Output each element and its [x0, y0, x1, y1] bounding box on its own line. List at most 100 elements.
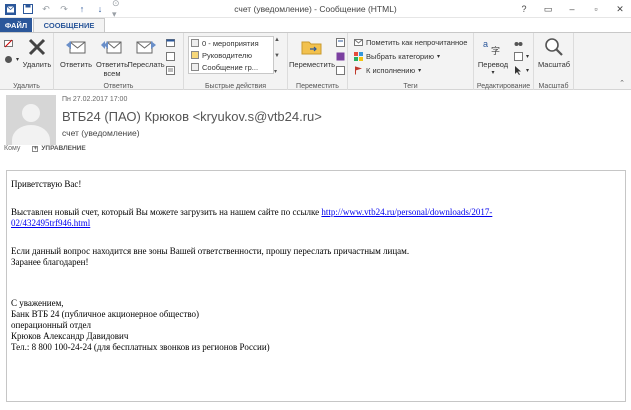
quick-step-icon: [191, 51, 199, 59]
scroll-up-icon[interactable]: ▲: [274, 37, 282, 43]
junk-icon: [4, 55, 13, 64]
group-label-tags: Теги: [403, 83, 418, 90]
ignore-icon: [4, 39, 13, 48]
find-button[interactable]: [514, 38, 523, 47]
sender-name[interactable]: ВТБ24 (ПАО) Крюков <kryukov.s@vtb24.ru>: [62, 109, 322, 124]
group-label-editing: Редактирование: [476, 83, 531, 90]
message-subject: счет (уведомление): [62, 128, 140, 138]
reply-button[interactable]: Ответить: [58, 36, 94, 69]
message-body-text: Приветствую Вас! Выставлен новый счет, к…: [11, 179, 492, 353]
body-line: 02/432495trf946.html: [11, 218, 492, 229]
quick-step-icon: [191, 39, 199, 47]
rules-button[interactable]: [336, 38, 345, 47]
signature-line: С уважением,: [11, 298, 64, 308]
quick-step-item[interactable]: 0 - мероприятия: [189, 37, 273, 49]
more-icon: [166, 66, 175, 75]
related-icon: [514, 52, 523, 61]
move-button[interactable]: Переместить: [289, 36, 335, 69]
quick-steps-scroll[interactable]: ▲ ▼ ▾: [274, 37, 282, 75]
onenote-button[interactable]: [336, 52, 345, 61]
zoom-button[interactable]: Масштаб: [536, 36, 572, 69]
ignore-button[interactable]: [4, 39, 13, 48]
group-label-respond: Ответить: [103, 83, 134, 90]
avatar: [6, 95, 56, 145]
message-date: Пн 27.02.2017 17:00: [62, 96, 128, 103]
signature-line: операционный отдел: [11, 320, 91, 330]
follow-up-button[interactable]: К исполнению ▾: [354, 66, 421, 75]
group-delete: ▾ Удалить Удалить: [0, 33, 54, 91]
signature-line: Крюков Александр Давидович: [11, 331, 129, 341]
reply-all-icon: [101, 36, 123, 58]
expand-icon: +: [32, 145, 39, 152]
body-line: Выставлен новый счет, который Вы можете …: [11, 207, 493, 217]
translate-button[interactable]: a字 Перевод ▾: [476, 36, 510, 78]
group-label-zoom: Масштаб: [538, 83, 569, 90]
title-bar: ↶ ↷ ↑ ↓ ⊙ ▾ счет (уведомление) - Сообщен…: [0, 0, 631, 19]
window-controls: ? ▭ – ▫ ✕: [517, 2, 627, 16]
group-tags: Пометить как непрочитанное Выбрать катег…: [348, 33, 474, 91]
help-button[interactable]: ?: [517, 2, 531, 16]
collapse-ribbon-icon[interactable]: ⌃: [619, 79, 625, 87]
junk-button[interactable]: ▾: [4, 55, 19, 64]
meeting-button[interactable]: [166, 38, 175, 47]
forward-button[interactable]: Переслать: [127, 36, 165, 69]
meeting-icon: [166, 38, 175, 47]
flag-icon: [354, 66, 363, 75]
scroll-down-icon[interactable]: ▼: [274, 53, 282, 59]
quick-step-icon: [191, 63, 199, 71]
im-icon: [166, 52, 175, 61]
im-button[interactable]: [166, 52, 175, 61]
maximize-button[interactable]: ▫: [589, 2, 603, 16]
tab-file[interactable]: ФАЙЛ: [0, 18, 32, 32]
actions-icon: [336, 66, 345, 75]
signature-line: Банк ВТБ 24 (публичное акционерное общес…: [11, 309, 200, 319]
ribbon: ▾ Удалить Удалить Ответить Ответить всем: [0, 32, 631, 91]
mark-unread-button[interactable]: Пометить как непрочитанное: [354, 38, 467, 47]
ribbon-tabs: ФАЙЛ СООБЩЕНИЕ: [0, 18, 631, 32]
forward-icon: [135, 36, 157, 58]
manage-toggle[interactable]: + УПРАВЛЕНИЕ: [32, 145, 86, 152]
cursor-icon: [514, 66, 523, 75]
quick-steps-gallery: 0 - мероприятия Руководителю Сообщение г…: [188, 36, 280, 75]
expand-gallery-icon[interactable]: ▾: [274, 68, 282, 75]
signature-line: Тел.: 8 800 100-24-24 (для бесплатных зв…: [11, 342, 270, 352]
delete-button[interactable]: Удалить: [22, 36, 52, 69]
reply-icon: [65, 36, 87, 58]
binoculars-icon: [514, 38, 523, 47]
group-respond: Ответить Ответить всем Переслать Ответит…: [54, 33, 184, 91]
actions-button[interactable]: [336, 66, 345, 75]
ribbon-display-button[interactable]: ▭: [541, 2, 555, 16]
rules-icon: [336, 38, 345, 47]
person-head-icon: [22, 104, 40, 122]
onenote-icon: [336, 52, 345, 61]
group-move: Переместить Переместить: [288, 33, 348, 91]
quick-step-item[interactable]: Сообщение гр...: [189, 61, 273, 73]
download-link-continued[interactable]: 02/432495trf946.html: [11, 218, 90, 228]
svg-text:字: 字: [491, 45, 500, 57]
minimize-button[interactable]: –: [565, 2, 579, 16]
tab-message[interactable]: СООБЩЕНИЕ: [33, 18, 105, 32]
group-label-delete: Удалить: [13, 83, 40, 90]
select-button[interactable]: ▾: [514, 66, 529, 75]
folder-move-icon: [301, 36, 323, 58]
group-zoom: Масштаб Масштаб: [534, 33, 574, 91]
body-line: Если данный вопрос находится вне зоны Ва…: [11, 246, 410, 256]
more-respond-button[interactable]: [166, 66, 175, 75]
related-button[interactable]: ▾: [514, 52, 529, 61]
reply-all-button[interactable]: Ответить всем: [94, 36, 130, 78]
download-link[interactable]: http://www.vtb24.ru/personal/downloads/2…: [321, 207, 492, 217]
translate-icon: a字: [482, 36, 504, 58]
group-label-move: Переместить: [296, 83, 339, 90]
svg-text:a: a: [483, 39, 488, 49]
group-quick-steps: 0 - мероприятия Руководителю Сообщение г…: [184, 33, 288, 91]
body-line: Заранее благодарен!: [11, 257, 89, 267]
close-button[interactable]: ✕: [613, 2, 627, 16]
person-body-icon: [12, 125, 50, 145]
quick-step-item[interactable]: Руководителю: [189, 49, 273, 61]
greeting: Приветствую Вас!: [11, 179, 82, 189]
envelope-icon: [354, 38, 363, 47]
group-editing: a字 Перевод ▾ ▾ ▾ Редактирование: [474, 33, 534, 91]
magnifier-icon: [543, 36, 565, 58]
message-body: Приветствую Вас! Выставлен новый счет, к…: [6, 170, 626, 402]
categorize-button[interactable]: Выбрать категорию ▾: [354, 52, 440, 61]
